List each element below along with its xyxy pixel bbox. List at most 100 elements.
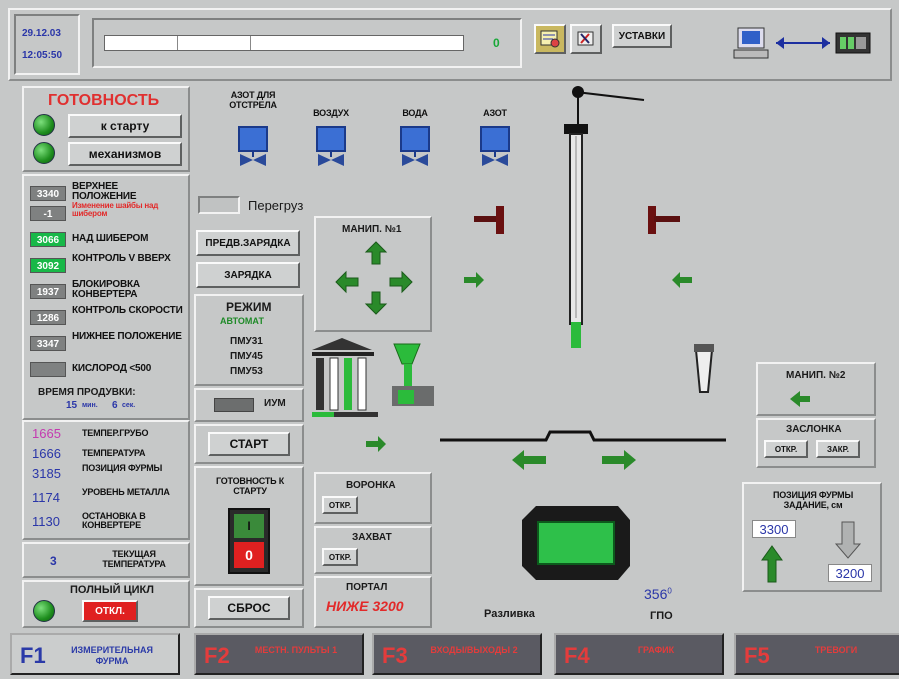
document-icon <box>540 30 560 48</box>
grab-open-button[interactable]: ОТКР. <box>322 548 358 566</box>
manipulator-2-panel: МАНИП. №2 <box>756 362 876 416</box>
purge-minutes: 15 <box>66 400 78 411</box>
arrow-up-icon[interactable] <box>760 544 784 584</box>
mode-value: АВТОМАТ <box>220 316 264 326</box>
temp-label: ТЕМПЕР.ГРУБО <box>82 428 149 438</box>
param-label: Изменение шайбы над шибером <box>72 201 159 218</box>
progress-divider <box>177 36 178 50</box>
ready-to-start-label: ГОТОВНОСТЬ К СТАРТУ <box>215 476 285 496</box>
charge-button[interactable]: ЗАРЯДКА <box>196 262 300 288</box>
probe-cup-icon <box>694 349 714 393</box>
mech-ready-lamp <box>33 142 55 164</box>
lance-position-title: ПОЗИЦИЯ ФУРМЫ ЗАДАНИЕ, см <box>772 490 854 510</box>
computer-link-icon <box>733 27 871 59</box>
start-button[interactable]: СТАРТ <box>208 432 290 456</box>
function-key-f3[interactable]: F3 ВХОДЫ/ВЫХОДЫ 2 <box>372 633 542 675</box>
valve-label: АЗОТ ДЛЯ ОТСТРЕЛА <box>229 90 277 110</box>
purge-min-unit: мин. <box>82 402 98 409</box>
settings-icon-button[interactable] <box>534 24 566 54</box>
temp-label: ТЕМПЕРАТУРА <box>82 448 146 458</box>
function-key-label: ИЗМЕРИТЕЛЬНАЯ ФУРМА <box>71 645 153 666</box>
purge-sec-unit: сек. <box>122 402 136 409</box>
function-key-f5[interactable]: F5 ТРЕВОГИ <box>734 633 899 675</box>
switch-off-segment[interactable]: 0 <box>234 542 264 568</box>
manipulator-2-label: МАНИП. №2 <box>786 370 846 381</box>
progress-bar <box>104 35 464 51</box>
switch-on-segment[interactable]: I <box>234 514 264 538</box>
damper-open-button[interactable]: ОТКР. <box>764 440 808 458</box>
temp-label: ОСТАНОВКА В КОНВЕРТЕРЕ <box>82 511 146 530</box>
ium-label: ИУМ <box>264 398 286 409</box>
overload-indicator <box>198 196 240 214</box>
function-key-f1[interactable]: F1 ИЗМЕРИТЕЛЬНАЯ ФУРМА <box>10 633 180 675</box>
param-label: КОНТРОЛЬ V ВВЕРХ <box>72 253 171 264</box>
full-cycle-label: ПОЛНЫЙ ЦИКЛ <box>70 584 154 596</box>
gpo-label: ГПО <box>650 610 673 622</box>
lance-tip <box>571 322 581 348</box>
mechanisms-button[interactable]: механизмов <box>68 142 182 166</box>
function-key-label: МЕСТН. ПУЛЬТЫ 1 <box>254 645 338 655</box>
date-label: 29.12.03 <box>22 28 61 39</box>
reset-button[interactable]: СБРОС <box>208 596 290 620</box>
function-key-label: ТРЕВОГИ <box>814 645 858 655</box>
function-key-f2[interactable]: F2 МЕСТН. ПУЛЬТЫ 1 <box>194 633 364 675</box>
arrow-right-icon <box>366 436 386 452</box>
param-label: НИЖНЕЕ ПОЛОЖЕНИЕ <box>72 331 182 342</box>
portal-label: ПОРТАЛ <box>346 582 388 593</box>
temp-value: 1666 <box>32 446 61 461</box>
damper-label: ЗАСЛОНКА <box>786 424 842 435</box>
param-value: 3066 <box>30 232 66 247</box>
arrow-left-icon <box>672 272 692 288</box>
connection-status <box>730 18 880 68</box>
portal-value: НИЖЕ 3200 <box>326 598 404 614</box>
function-key-label: ГРАФИК <box>637 645 675 655</box>
datetime-box: 29.12.03 12:05:50 <box>14 14 80 75</box>
temp-value: 1665 <box>32 426 61 441</box>
ium-indicator <box>214 398 254 412</box>
ready-start-lamp <box>33 114 55 136</box>
full-cycle-off-button[interactable]: ОТКЛ. <box>82 600 138 622</box>
arrow-left-icon <box>512 450 546 470</box>
pre-charge-button[interactable]: ПРЕДВ.ЗАРЯДКА <box>196 230 300 256</box>
damper-close-button[interactable]: ЗАКР. <box>816 440 860 458</box>
progress-divider <box>250 36 251 50</box>
lance-cable <box>575 91 645 101</box>
pmu-2: ПМУ45 <box>230 351 263 362</box>
lance-down-value[interactable]: 3200 <box>828 564 872 582</box>
param-label: КОНТРОЛЬ СКОРОСТИ <box>72 305 183 316</box>
casting-label: Разливка <box>484 608 535 620</box>
function-key-code: F4 <box>564 643 590 668</box>
start-ready-button[interactable]: к старту <box>68 114 182 138</box>
temp-value: 3185 <box>32 466 61 481</box>
arrow-right-icon <box>602 450 636 470</box>
valve-icon[interactable] <box>238 126 268 166</box>
transfer-rail <box>440 430 726 442</box>
pmu-3: ПМУ53 <box>230 366 263 377</box>
tools-icon-button[interactable] <box>570 24 602 54</box>
mode-panel: РЕЖИМ АВТОМАТ ПМУ31 ПМУ45 ПМУ53 <box>194 294 304 386</box>
purge-seconds: 6 <box>112 400 118 411</box>
pmu-1: ПМУ31 <box>230 336 263 347</box>
arrow-left-icon[interactable] <box>788 390 812 408</box>
funnel-open-button[interactable]: ОТКР. <box>322 496 358 514</box>
funnel-label: ВОРОНКА <box>346 480 396 491</box>
current-temp-label: ТЕКУЩАЯ ТЕМПЕРАТУРА <box>102 549 166 569</box>
param-label: НАД ШИБЕРОМ <box>72 233 149 244</box>
progress-value: 0 <box>493 36 500 50</box>
arrow-down-icon[interactable] <box>834 520 862 560</box>
function-key-code: F1 <box>20 643 46 668</box>
power-switch[interactable]: I 0 <box>228 508 270 574</box>
lance-up-value[interactable]: 3300 <box>752 520 796 538</box>
lance-clamp <box>564 124 588 134</box>
param-value: 3340 <box>30 186 66 201</box>
ustavki-button[interactable]: УСТАВКИ <box>612 24 672 48</box>
gpo-degree: 0 <box>667 586 672 596</box>
building-roof <box>312 338 372 350</box>
readiness-title: ГОТОВНОСТЬ <box>48 92 160 109</box>
tools-icon <box>577 31 594 46</box>
temp-label: ПОЗИЦИЯ ФУРМЫ <box>82 463 163 473</box>
function-key-f4[interactable]: F4 ГРАФИК <box>554 633 724 675</box>
param-label: БЛОКИРОВКА КОНВЕРТЕРА <box>72 279 140 300</box>
function-key-code: F2 <box>204 643 230 668</box>
full-cycle-lamp <box>33 600 55 622</box>
